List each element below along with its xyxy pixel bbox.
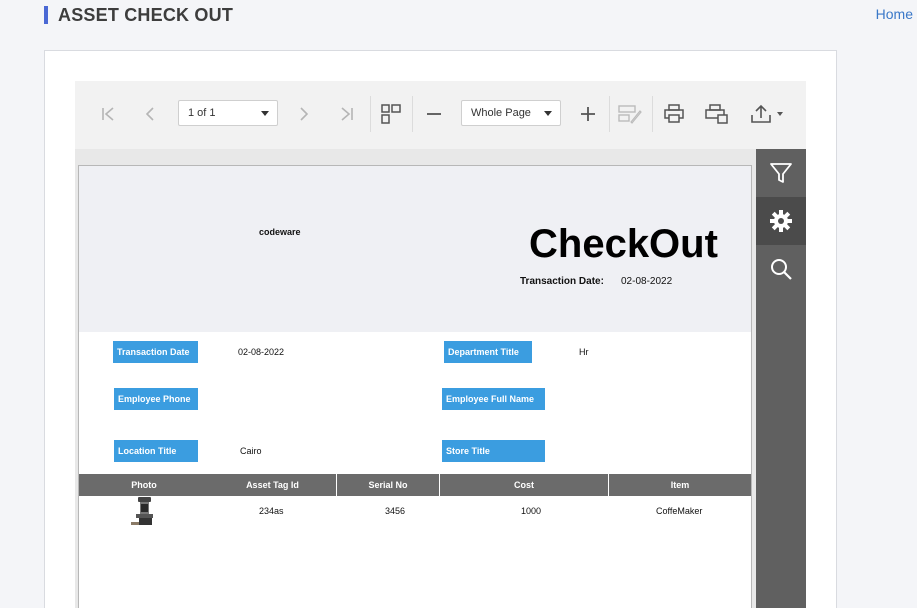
zoom-out-icon[interactable] [421, 101, 447, 127]
cell-asset-tag-id: 234as [259, 506, 284, 516]
cell-serial-no: 3456 [385, 506, 406, 516]
employee-full-name-label: Employee Full Name [442, 388, 545, 410]
column-header-photo: Photo [131, 480, 157, 490]
column-header-cost: Cost [514, 480, 534, 490]
company-name: codeware [259, 227, 301, 237]
previous-page-icon[interactable] [137, 101, 163, 127]
print-page-icon[interactable] [704, 101, 730, 127]
employee-phone-label: Employee Phone [114, 388, 198, 410]
toolbar-divider [652, 96, 653, 132]
report-page: codeware CheckOut Transaction Date: 02-0… [78, 165, 752, 608]
department-title-value: Hr [579, 347, 589, 357]
page-select-value: 1 of 1 [188, 107, 216, 119]
toolbar-divider [609, 96, 610, 132]
title-accent-bar [44, 6, 48, 24]
coffee-maker-photo [129, 496, 159, 528]
column-header-serial-no: Serial No [368, 480, 408, 490]
page-select[interactable]: 1 of 1 [178, 100, 278, 126]
filter-icon[interactable] [756, 149, 806, 197]
zoom-in-icon[interactable] [575, 101, 601, 127]
header-transaction-date-label: Transaction Date: [520, 276, 604, 287]
zoom-select[interactable]: Whole Page [461, 100, 561, 126]
column-header-asset-tag-id: Asset Tag Id [246, 480, 299, 490]
next-page-icon[interactable] [291, 101, 317, 127]
search-icon[interactable] [756, 245, 806, 293]
report-side-panel [756, 149, 806, 608]
report-viewer-area[interactable]: codeware CheckOut Transaction Date: 02-0… [75, 149, 756, 608]
cell-item: CoffeMaker [656, 506, 703, 516]
transaction-date-value: 02-08-2022 [238, 347, 285, 357]
transaction-date-label: Transaction Date [113, 341, 198, 363]
cell-cost: 1000 [521, 506, 542, 516]
table-header: Photo Asset Tag Id Serial No Cost Item [79, 474, 751, 496]
settings-gear-icon[interactable] [756, 197, 806, 245]
page-title: ASSET CHECK OUT [58, 5, 234, 25]
toolbar-divider [370, 96, 371, 132]
first-page-icon[interactable] [95, 101, 121, 127]
toolbar-divider [412, 96, 413, 132]
export-icon[interactable] [748, 101, 788, 127]
chevron-down-icon [261, 111, 269, 116]
department-title-label: Department Title [444, 341, 532, 363]
header-transaction-date-value: 02-08-2022 [621, 276, 673, 287]
multipage-icon[interactable] [378, 101, 404, 127]
report-title: CheckOut [529, 222, 718, 266]
zoom-select-value: Whole Page [471, 107, 531, 119]
location-title-label: Location Title [114, 440, 198, 462]
home-link[interactable]: Home [876, 6, 913, 22]
chevron-down-icon [544, 111, 552, 116]
last-page-icon[interactable] [334, 101, 360, 127]
column-header-item: Item [670, 480, 690, 490]
print-icon[interactable] [661, 101, 687, 127]
report-viewer-toolbar: 1 of 1 Whole Page [75, 81, 806, 149]
editing-fields-icon[interactable] [617, 101, 643, 127]
report-header: codeware CheckOut Transaction Date: 02-0… [79, 166, 751, 332]
location-title-value: Cairo [240, 446, 262, 456]
store-title-label: Store Title [442, 440, 545, 462]
